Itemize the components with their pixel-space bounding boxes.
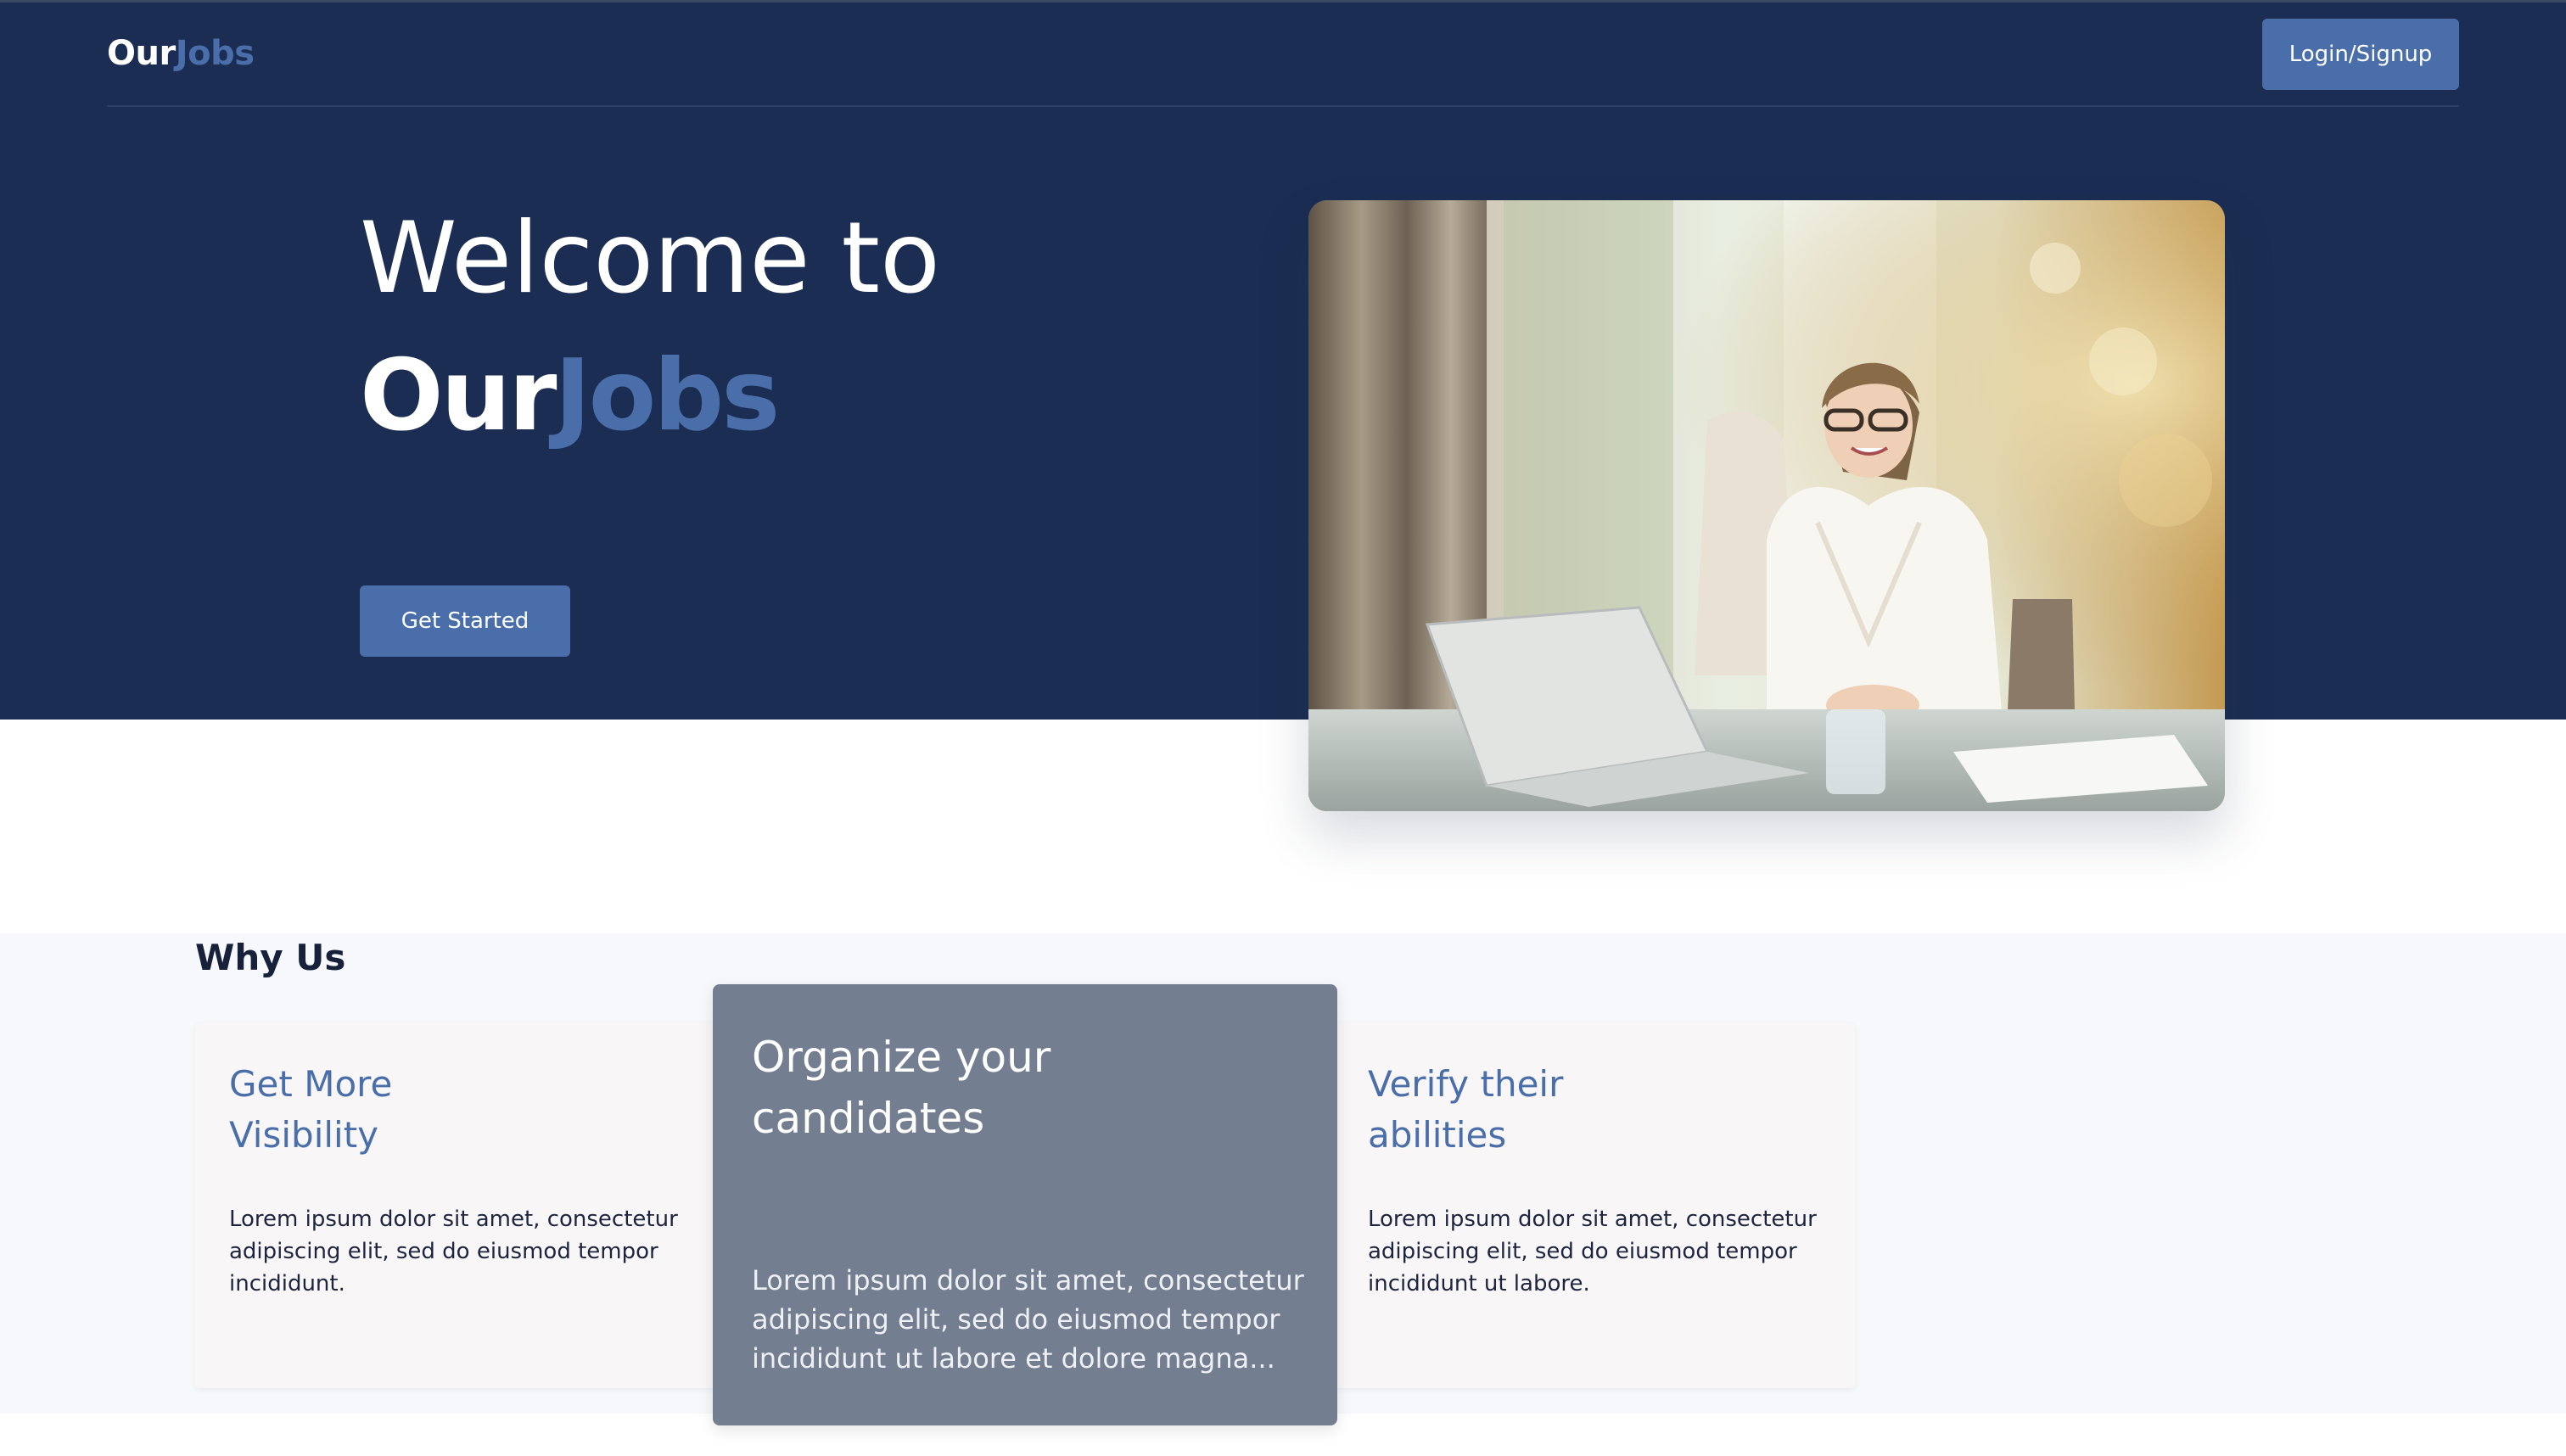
woman-at-laptop-image xyxy=(1308,200,2225,811)
login-signup-button[interactable]: Login/Signup xyxy=(2262,19,2459,90)
feature-card-body: Lorem ipsum dolor sit amet, consectetur … xyxy=(229,1207,678,1296)
site-logo[interactable]: OurJobs xyxy=(107,34,255,73)
feature-card-title: Get More Visibility xyxy=(229,1063,393,1156)
feature-card-title: Organize your candidates xyxy=(752,1033,1051,1143)
hero-title-welcome: Welcome to xyxy=(360,201,940,316)
feature-card-organize[interactable]: Organize your candidates Lorem ipsum dol… xyxy=(713,984,1337,1425)
navbar: OurJobs Login/Signup xyxy=(107,0,2459,107)
hero-brand-our: Our xyxy=(360,339,557,453)
hero-title-brand: OurJobs xyxy=(360,339,780,453)
why-us-title: Why Us xyxy=(195,937,346,978)
hero-brand-jobs: Jobs xyxy=(554,339,780,453)
logo-part-our: Our xyxy=(107,34,176,73)
feature-card-body: Lorem ipsum dolor sit amet, consectetur … xyxy=(1368,1207,1817,1296)
feature-card-title: Verify their abilities xyxy=(1368,1063,1564,1156)
feature-card-body: Lorem ipsum dolor sit amet, consectetur … xyxy=(752,1264,1304,1375)
logo-part-jobs: Jobs xyxy=(175,34,255,73)
feature-card-verify[interactable]: Verify their abilities Lorem ipsum dolor… xyxy=(1334,1023,1855,1388)
get-started-button[interactable]: Get Started xyxy=(360,585,570,657)
feature-card-visibility[interactable]: Get More Visibility Lorem ipsum dolor si… xyxy=(195,1023,716,1388)
hero-photo xyxy=(1308,200,2225,811)
